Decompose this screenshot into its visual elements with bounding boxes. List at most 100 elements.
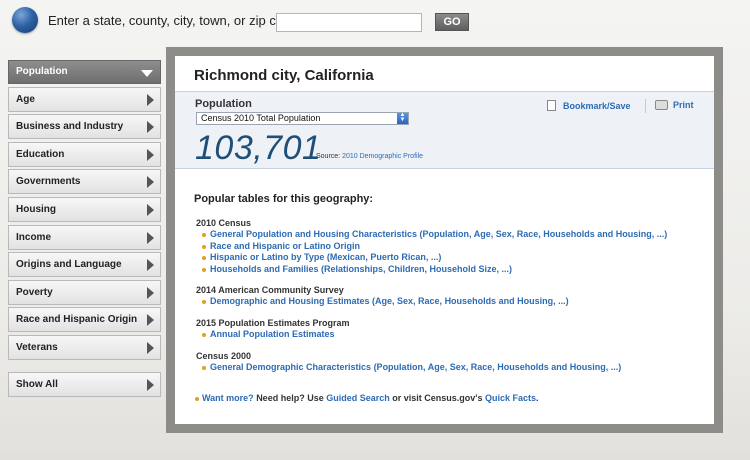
sidebar-item-poverty[interactable]: Poverty (8, 279, 161, 305)
bullet-icon (202, 267, 206, 272)
bookmark-label: Bookmark/Save (563, 101, 631, 111)
bullet-icon (202, 366, 206, 370)
document-icon (547, 100, 556, 111)
main-content: Richmond city, California Population Cen… (175, 56, 714, 424)
sidebar-item-veterans[interactable]: Veterans (8, 334, 161, 360)
population-topic-select[interactable]: Census 2010 Total Population ▲ ▼ (196, 112, 409, 125)
source-link[interactable]: 2010 Demographic Profile (342, 153, 423, 160)
chevron-right-icon (147, 121, 154, 134)
table-link[interactable]: Demographic and Housing Estimates (Age, … (196, 296, 569, 308)
topic-sidebar: Population Age Business and Industry Edu… (8, 60, 161, 399)
sidebar-item-label: Housing (16, 203, 56, 215)
population-select-value: Census 2010 Total Population (201, 113, 321, 123)
table-link[interactable]: Race and Hispanic or Latino Origin (196, 241, 667, 253)
chevron-right-icon (147, 148, 154, 161)
action-divider (645, 99, 646, 113)
table-link-list: General Population and Housing Character… (196, 229, 667, 275)
table-link-label: Annual Population Estimates (210, 329, 335, 339)
sidebar-item-label: Veterans (16, 341, 58, 353)
sidebar-item-label: Show All (16, 378, 58, 390)
popular-tables-title: Popular tables for this geography: (194, 193, 374, 205)
sidebar-item-show-all[interactable]: Show All (8, 371, 161, 397)
sidebar-item-governments[interactable]: Governments (8, 169, 161, 195)
sidebar-item-population[interactable]: Population (8, 60, 161, 84)
print-link[interactable]: Print (655, 100, 694, 110)
sidebar-item-label: Poverty (16, 286, 53, 298)
chevron-right-icon (147, 314, 154, 327)
page-title: Richmond city, California (194, 67, 374, 84)
or-visit-text: or visit Census.gov's (392, 393, 483, 403)
chevron-right-icon (147, 93, 154, 106)
chevron-right-icon (147, 231, 154, 244)
section-2010-census: 2010 Census General Population and Housi… (196, 217, 667, 275)
table-link-label: Hispanic or Latino by Type (Mexican, Pue… (210, 252, 442, 262)
main-panel: Richmond city, California Population Cen… (166, 47, 723, 433)
sidebar-item-business-and-industry[interactable]: Business and Industry (8, 114, 161, 140)
sidebar-item-label: Population (16, 66, 68, 77)
section-2015-pep: 2015 Population Estimates Program Annual… (196, 317, 350, 341)
sidebar-item-education[interactable]: Education (8, 141, 161, 167)
sidebar-item-income[interactable]: Income (8, 224, 161, 250)
guided-search-link[interactable]: Guided Search (326, 393, 390, 403)
table-link-label: Households and Families (Relationships, … (210, 263, 513, 274)
source-label: Source: (316, 153, 341, 160)
select-arrows-icon: ▲ ▼ (397, 112, 408, 124)
chevron-down-icon (141, 70, 153, 77)
period-text: . (536, 393, 539, 403)
print-label: Print (673, 100, 694, 110)
table-link[interactable]: Hispanic or Latino by Type (Mexican, Pue… (196, 252, 667, 264)
bullet-icon (202, 244, 206, 249)
chevron-right-icon (147, 203, 154, 216)
sidebar-item-label: Business and Industry (16, 121, 124, 133)
search-label: Enter a state, county, city, town, or zi… (48, 13, 302, 28)
section-heading: 2010 Census (196, 218, 252, 228)
sidebar-item-label: Origins and Language (16, 259, 122, 271)
section-census-2000: Census 2000 General Demographic Characte… (196, 350, 621, 374)
chevron-right-icon (147, 176, 154, 189)
table-link[interactable]: Annual Population Estimates (196, 329, 350, 341)
printer-icon (655, 100, 668, 110)
bullet-icon (202, 300, 206, 304)
table-link[interactable]: General Demographic Characteristics (Pop… (196, 362, 621, 374)
bullet-icon (202, 256, 206, 260)
chevron-right-icon (147, 341, 154, 354)
bullet-icon (195, 397, 199, 401)
sidebar-item-race-and-hispanic-origin[interactable]: Race and Hispanic Origin (8, 307, 161, 333)
table-link-list: Demographic and Housing Estimates (Age, … (196, 296, 569, 308)
population-value: 103,701 (195, 129, 322, 167)
section-heading: 2015 Population Estimates Program (196, 318, 350, 328)
sidebar-item-label: Education (16, 148, 65, 160)
table-link[interactable]: Households and Families (Relationships, … (196, 264, 667, 276)
sidebar-item-label: Governments (16, 176, 81, 188)
table-link-label: Race and Hispanic or Latino Origin (210, 240, 361, 251)
population-source: Source: 2010 Demographic Profile (316, 153, 423, 160)
section-heading: Census 2000 (196, 351, 252, 361)
geography-search-input[interactable] (276, 13, 422, 32)
chevron-right-icon (147, 286, 154, 299)
table-link-label: Demographic and Housing Estimates (Age, … (210, 296, 569, 306)
help-footer: Want more? Need help? Use Guided Search … (195, 393, 539, 403)
table-link-list: Annual Population Estimates (196, 329, 350, 341)
sidebar-item-housing[interactable]: Housing (8, 196, 161, 222)
bookmark-save-link[interactable]: Bookmark/Save (547, 100, 631, 111)
sidebar-item-label: Age (16, 93, 35, 105)
go-button[interactable]: GO (435, 13, 469, 31)
sidebar-item-origins-and-language[interactable]: Origins and Language (8, 252, 161, 278)
table-link[interactable]: General Population and Housing Character… (196, 229, 667, 241)
sidebar-item-age[interactable]: Age (8, 86, 161, 112)
population-label: Population (195, 98, 252, 110)
population-summary: Population Census 2010 Total Population … (175, 91, 714, 169)
need-help-text: Need help? Use (256, 393, 324, 403)
quick-facts-link[interactable]: Quick Facts (485, 393, 536, 403)
want-more-link[interactable]: Want more? (202, 393, 254, 403)
census-globe-logo[interactable] (12, 7, 38, 33)
chevron-right-icon (147, 259, 154, 272)
table-link-label: General Population and Housing Character… (210, 229, 668, 239)
sidebar-item-label: Income (16, 231, 52, 243)
table-link-label: General Demographic Characteristics (Pop… (210, 362, 622, 372)
bullet-icon (202, 333, 206, 337)
chevron-right-icon (147, 378, 154, 391)
section-heading: 2014 American Community Survey (196, 285, 344, 295)
section-2014-acs: 2014 American Community Survey Demograph… (196, 284, 569, 308)
